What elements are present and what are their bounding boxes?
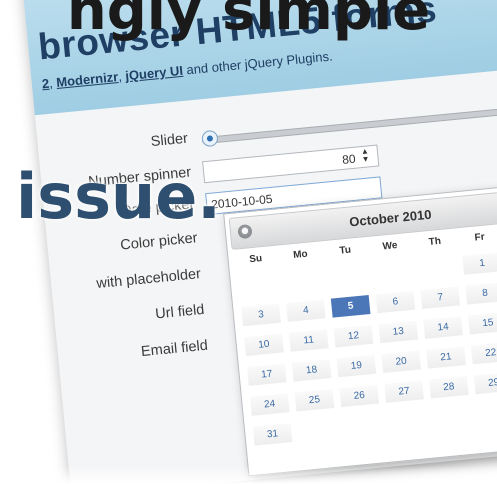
placeholder-label: with placeholder xyxy=(95,266,202,293)
calendar-day-selected[interactable]: 5 xyxy=(330,295,371,318)
calendar-day[interactable]: 29 xyxy=(473,371,497,395)
calendar-day[interactable]: 22 xyxy=(470,341,497,365)
weekday-header: We xyxy=(382,240,398,253)
slider-label: Slider xyxy=(150,130,189,151)
calendar-day[interactable]: 3 xyxy=(241,303,281,327)
calendar-day[interactable]: 7 xyxy=(420,286,461,309)
datepicker-popup: October 2010 SuMoTuWeThFrSa 123456789101… xyxy=(223,181,497,477)
slider-handle[interactable] xyxy=(201,129,219,148)
calendar-day[interactable]: 18 xyxy=(291,359,332,382)
top-caption-text: ngly simple xyxy=(66,0,431,43)
calendar-day[interactable]: 21 xyxy=(426,346,466,369)
demo-page-card: browser HTML5 forms 2, Modernizr, jQuery… xyxy=(18,0,497,484)
email-field-label: Email field xyxy=(140,337,209,361)
weekday-header: Mo xyxy=(292,248,309,262)
calendar-day[interactable]: 11 xyxy=(288,329,329,352)
calendar-day[interactable]: 10 xyxy=(244,333,284,357)
calendar-day[interactable]: 4 xyxy=(286,299,326,322)
calendar-day[interactable]: 25 xyxy=(294,388,335,412)
spinner-arrows-icon[interactable]: ▲ ▼ xyxy=(358,146,374,166)
calendar-day[interactable]: 6 xyxy=(375,290,416,314)
number-spinner-input[interactable]: 80 xyxy=(202,144,380,184)
slider-track[interactable] xyxy=(201,107,497,145)
overlay-issue-text: issue. xyxy=(16,160,221,233)
weekday-header: Th xyxy=(428,235,442,248)
calendar-day[interactable]: 27 xyxy=(384,380,424,403)
weekday-header: Tu xyxy=(339,244,352,257)
weekday-header: Fr xyxy=(474,231,486,244)
calendar-day[interactable]: 26 xyxy=(339,384,380,408)
calendar-day[interactable]: 15 xyxy=(468,311,497,335)
link-jquery-ui[interactable]: jQuery UI xyxy=(125,63,184,83)
calendar-day[interactable]: 17 xyxy=(246,363,287,386)
calendar-day[interactable]: 31 xyxy=(252,423,293,446)
calendar-day[interactable]: 14 xyxy=(423,316,463,339)
screenshot-stage: browser HTML5 forms 2, Modernizr, jQuery… xyxy=(0,0,497,484)
calendar-day[interactable]: 1 xyxy=(462,252,497,275)
calendar-day[interactable]: 12 xyxy=(333,324,374,348)
bottom-fade xyxy=(0,466,497,484)
calendar-day[interactable]: 8 xyxy=(465,282,497,305)
color-picker-label: Color picker xyxy=(119,230,199,254)
weekday-header: Su xyxy=(248,253,263,266)
link-modernizr[interactable]: Modernizr xyxy=(56,69,119,90)
url-field-label: Url field xyxy=(154,301,206,323)
calendar-day[interactable]: 13 xyxy=(378,320,419,344)
calendar-day[interactable]: 19 xyxy=(336,354,377,378)
calendar-day[interactable]: 28 xyxy=(429,375,469,399)
calendar-day[interactable]: 24 xyxy=(249,393,290,416)
calendar-day[interactable]: 20 xyxy=(381,350,422,373)
